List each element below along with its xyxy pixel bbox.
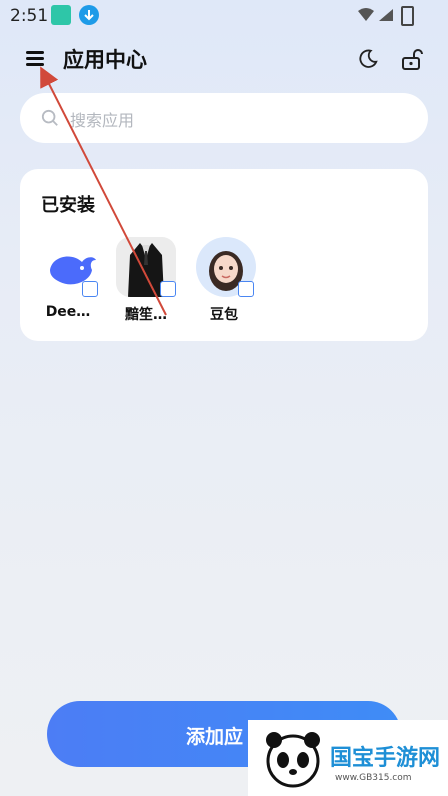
unlock-icon[interactable] (400, 47, 424, 71)
status-time: 2:51 (10, 6, 49, 26)
install-badge-icon (238, 281, 254, 297)
watermark-text: 国宝手游网 (330, 746, 441, 771)
app-label[interactable]: Dee… (28, 304, 108, 320)
battery-icon (401, 6, 414, 26)
add-app-label: 添加应 (186, 726, 244, 748)
panda-logo-icon (266, 732, 320, 788)
installed-title: 已安装 (41, 195, 95, 216)
moon-icon[interactable] (357, 48, 379, 70)
download-icon (79, 5, 99, 25)
watermark-url: www.GB315.com (335, 773, 412, 783)
install-badge-icon (82, 281, 98, 297)
search-input[interactable]: 搜索应用 (70, 107, 134, 131)
notification-app-icon (51, 5, 71, 25)
app-label[interactable]: 黯笙… (106, 304, 186, 324)
page-title: 应用中心 (63, 48, 147, 72)
menu-icon[interactable] (26, 51, 44, 67)
app-label[interactable]: 豆包 (184, 304, 264, 324)
app-badge-icon (160, 281, 176, 297)
search-icon (41, 109, 58, 126)
